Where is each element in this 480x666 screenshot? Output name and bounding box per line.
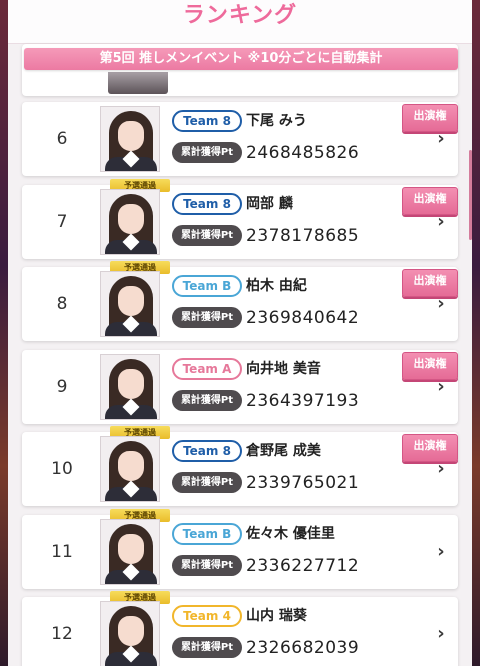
ranking-row[interactable]: 9 Team A 向井地 美音 累計獲得Pt 2364397193 出演権 › [22,349,458,424]
appearance-right-badge: 出演権 [402,351,458,380]
points-label: 累計獲得Pt [172,307,242,328]
chevron-right-icon[interactable]: › [434,124,448,154]
team-badge: Team 8 [172,192,242,215]
member-photo [100,188,160,255]
team-badge: Team B [172,275,242,297]
points-value: 2364397193 [246,390,360,411]
ranking-row[interactable]: 予選通過 8 Team B 柏木 由紀 累計獲得Pt 2369840642 出演権 › [22,261,458,341]
ranking-row[interactable]: 予選通過 10 Team 8 倉野尾 成美 累計獲得Pt 2339765021 出演権 › [22,426,458,506]
member-name: 向井地 美音 [246,360,321,377]
team-badge: Team A [172,357,242,380]
chevron-right-icon[interactable]: › [434,454,448,484]
chevron-right-icon[interactable]: › [434,289,448,319]
header: ランキング [8,0,472,44]
points-value: 2336227712 [246,555,360,576]
scrollbar[interactable] [469,150,472,240]
ranking-panel: ランキング 第5回 推しメンイベント ※10分ごとに自動集計 6 Team 8下… [8,0,472,666]
points-label: 累計獲得Pt [172,472,242,493]
member-photo [100,106,160,172]
member-name: 山内 瑞葵 [246,608,307,624]
points-label: 累計獲得Pt [172,554,242,576]
ranking-row[interactable]: 予選通過 7 Team 8 岡部 麟累計獲得Pt 2378178685 出演権 › [22,178,458,259]
ranking-row[interactable]: 予選通過 11 Team B 佐々木 優佳里 累計獲得Pt 2336227712 › [22,508,458,589]
points-label: 累計獲得Pt [172,224,242,246]
background-left [0,0,8,666]
ranking-row[interactable]: 6 Team 8 下尾 みう 累計獲得Pt 2468485826 出演権 › [22,102,458,176]
points-value: 2326682039 [246,638,360,658]
member-photo [100,601,160,666]
member-name: 下尾 みう [246,113,307,129]
appearance-right-badge: 出演権 [402,186,458,215]
chevron-right-icon[interactable]: › [434,619,448,649]
rank-number: 12 [51,624,73,644]
chevron-right-icon[interactable]: › [434,537,448,567]
member-name: 倉野尾 成美 [246,443,321,459]
member-name: 佐々木 優佳里 [246,525,335,542]
rank-number: 6 [56,129,68,149]
rank-number: 7 [56,211,68,232]
team-badge: Team 4 [172,605,242,627]
appearance-right-badge: 出演権 [402,434,458,462]
member-photo [100,518,160,585]
team-badge: Team 8 [172,440,242,462]
member-name: 岡部 麟 [246,195,293,212]
appearance-right-badge: 出演権 [402,269,458,297]
ranking-list[interactable]: 6 Team 8 下尾 みう 累計獲得Pt 2468485826 出演権 › 予選通過 7 T… [8,44,472,666]
rank-number: 11 [51,541,73,562]
member-photo [100,436,160,502]
points-label: 累計獲得Pt [172,142,242,163]
member-photo [100,353,160,420]
team-badge: Team B [172,522,242,545]
event-banner: 第5回 推しメンイベント ※10分ごとに自動集計 [24,48,458,70]
points-value: 2339765021 [246,473,360,493]
points-value: 2369840642 [246,308,360,328]
points-label: 累計獲得Pt [172,389,242,411]
appearance-right-badge: 出演権 [402,104,458,132]
rank-number: 9 [56,376,68,397]
chevron-right-icon[interactable]: › [434,207,448,237]
points-label: 累計獲得Pt [172,637,242,658]
rank-number: 10 [51,459,73,479]
member-name: 柏木 由紀 [246,278,307,294]
points-value: 2378178685 [246,225,360,246]
page-title: ランキング [182,3,298,28]
background-right [472,0,480,666]
rank-number: 8 [56,294,68,314]
chevron-right-icon[interactable]: › [434,372,448,402]
ranking-row[interactable]: 予選通過 12 Team 4 山内 瑞葵 累計獲得Pt 2326682039 › [22,591,458,666]
member-photo [100,271,160,337]
points-value: 2468485826 [246,143,360,163]
team-badge: Team 8 [172,110,242,132]
member-photo [108,72,168,94]
